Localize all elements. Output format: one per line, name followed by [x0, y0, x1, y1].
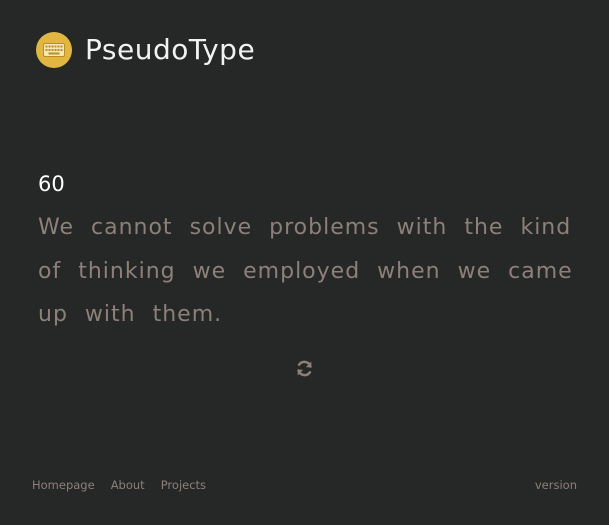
quote-word: the — [464, 215, 504, 240]
footer: Homepage About Projects version — [32, 478, 577, 494]
app-page: PseudoType 60 We cannot solve problems w… — [0, 0, 609, 525]
quote-word: kind — [520, 215, 572, 240]
quote-word: thinking — [78, 258, 176, 284]
footer-link-homepage[interactable]: Homepage — [32, 478, 95, 492]
quote-word: up — [38, 302, 68, 327]
footer-link-projects[interactable]: Projects — [161, 478, 206, 492]
quote-word: them. — [152, 302, 223, 327]
app-title: PseudoType — [85, 33, 256, 66]
refresh-icon[interactable] — [295, 359, 314, 378]
footer-link-about[interactable]: About — [111, 478, 145, 492]
typing-quote[interactable]: We cannot solve problems with the kind o… — [38, 206, 578, 337]
header: PseudoType — [36, 32, 255, 68]
keyboard-icon[interactable] — [36, 32, 72, 68]
quote-word: with — [396, 215, 448, 240]
quote-word: problems — [269, 215, 380, 240]
quote-word: We — [38, 215, 74, 240]
quote-word: we — [457, 258, 492, 284]
quote-word: came — [508, 258, 573, 284]
quote-word: of — [38, 258, 62, 284]
footer-links: Homepage About Projects — [32, 478, 222, 492]
version-label: version — [534, 478, 577, 492]
quote-word: solve — [189, 215, 253, 240]
quote-word: cannot — [91, 215, 173, 240]
quote-word: employed — [243, 258, 361, 284]
countdown-timer: 60 — [38, 172, 65, 196]
quote-word: when — [377, 258, 441, 284]
quote-word: we — [192, 258, 227, 284]
quote-word: with — [84, 302, 136, 327]
